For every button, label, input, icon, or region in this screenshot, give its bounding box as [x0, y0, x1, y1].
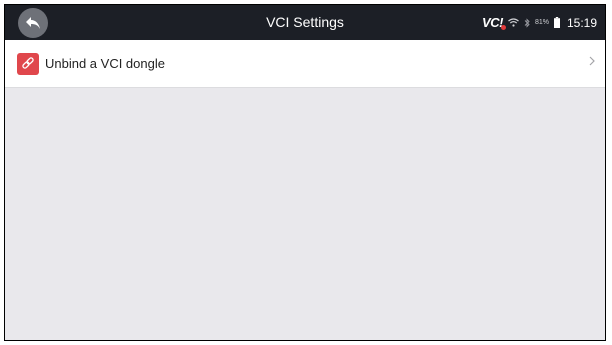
- vci-status-dot: [500, 25, 506, 30]
- app-window: VCI Settings VC! 81% 15:19 Unbind a VCI …: [4, 4, 606, 341]
- vci-logo-text: VC: [482, 15, 500, 30]
- wifi-icon: [508, 18, 519, 27]
- battery-percent: 81%: [534, 19, 549, 26]
- status-bar: VC! 81% 15:19: [482, 5, 597, 40]
- bluetooth-icon: [524, 17, 530, 28]
- top-bar: VCI Settings VC! 81% 15:19: [5, 5, 605, 40]
- chevron-right-icon: [589, 56, 595, 66]
- back-button[interactable]: [18, 8, 48, 38]
- vci-connection-indicator: VC!: [482, 15, 506, 30]
- back-arrow-icon: [26, 17, 40, 29]
- clock: 15:19: [566, 15, 597, 30]
- list-item-label: Unbind a VCI dongle: [45, 56, 165, 71]
- unlink-icon: [17, 52, 39, 75]
- list-item-unbind-vci[interactable]: Unbind a VCI dongle: [5, 40, 605, 88]
- battery-icon: [553, 17, 560, 28]
